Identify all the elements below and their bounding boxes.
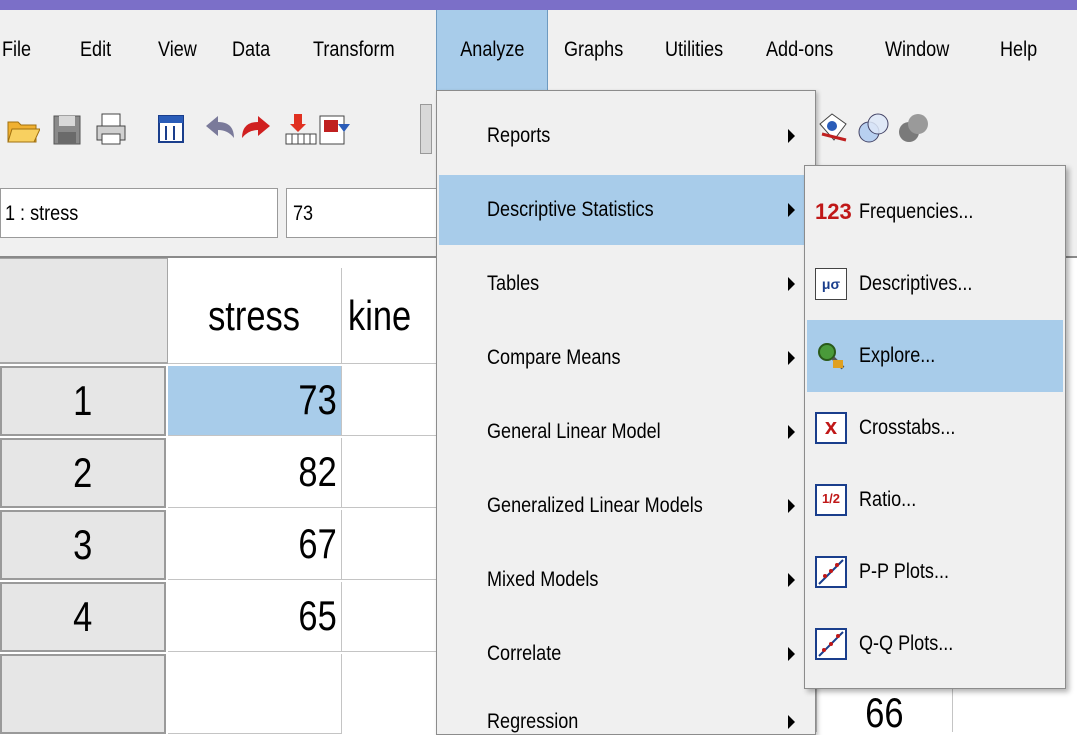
row-header-1[interactable]: 1: [0, 366, 166, 436]
submenu-item-explore[interactable]: Explore...: [807, 320, 1063, 392]
partial-cell-value: 66: [864, 693, 904, 733]
menu-help[interactable]: Help: [1000, 10, 1037, 90]
menu-item-generalized-linear-models[interactable]: Generalized Linear Models: [439, 471, 813, 541]
menu-file[interactable]: File: [2, 10, 31, 90]
submenu-item-label: Explore...: [859, 344, 936, 367]
menu-item-mixed-models[interactable]: Mixed Models: [439, 545, 813, 615]
submenu-arrow-icon: [788, 425, 795, 439]
menu-item-regression[interactable]: Regression: [439, 687, 813, 734]
submenu-arrow-icon: [788, 499, 795, 513]
submenu-item-crosstabs[interactable]: x Crosstabs...: [807, 392, 1063, 464]
row-number: 4: [73, 593, 93, 640]
menu-analyze[interactable]: Analyze: [436, 10, 548, 90]
window-title-stripe: [0, 0, 1077, 10]
qq-plots-icon: [815, 628, 847, 660]
row-number: 2: [73, 449, 93, 496]
submenu-item-qq-plots[interactable]: Q-Q Plots...: [807, 608, 1063, 680]
submenu-arrow-icon: [788, 715, 795, 729]
menu-item-compare-means[interactable]: Compare Means: [439, 323, 813, 393]
explore-icon: [818, 343, 845, 370]
data-cell-stress-2[interactable]: 82: [168, 438, 342, 508]
cell-value: 65: [298, 592, 337, 639]
submenu-arrow-icon: [788, 277, 795, 291]
submenu-arrow-icon: [788, 351, 795, 365]
submenu-item-label: Descriptives...: [859, 272, 973, 295]
data-cell-stress-5[interactable]: [168, 654, 342, 734]
column-header-stress-label: stress: [208, 292, 301, 339]
grid-corner: [0, 258, 168, 364]
menu-add-ons[interactable]: Add-ons: [766, 10, 833, 90]
cell-value: 73: [298, 376, 337, 423]
toolbar-partial-icon: [420, 104, 432, 154]
menu-transform[interactable]: Transform: [313, 10, 395, 90]
cell-value: 67: [298, 520, 337, 567]
submenu-item-descriptives[interactable]: μσ Descriptives...: [807, 248, 1063, 320]
dialog-recall-icon[interactable]: [154, 110, 188, 148]
submenu-item-ratio[interactable]: 1/2 Ratio...: [807, 464, 1063, 536]
data-cell-kine-4[interactable]: [342, 582, 442, 652]
menu-window[interactable]: Window: [885, 10, 949, 90]
submenu-arrow-icon: [788, 129, 795, 143]
use-variable-sets-icon[interactable]: [856, 110, 890, 148]
cell-reference-text: 1 : stress: [5, 202, 79, 225]
redo-icon[interactable]: [238, 110, 272, 148]
menu-item-reports[interactable]: Reports: [439, 101, 813, 171]
data-cell-kine-2[interactable]: [342, 438, 442, 508]
column-header-kine[interactable]: kine: [342, 268, 442, 364]
menu-bar: File Edit View Data Transform Analyze Gr…: [0, 10, 1077, 91]
frequencies-icon: 123: [815, 199, 852, 224]
print-icon[interactable]: [94, 110, 128, 148]
value-labels-icon[interactable]: [816, 110, 850, 148]
menu-item-tables[interactable]: Tables: [439, 249, 813, 319]
row-number: 1: [73, 377, 93, 424]
menu-utilities[interactable]: Utilities: [665, 10, 723, 90]
open-folder-icon[interactable]: [6, 110, 40, 148]
row-number: 3: [73, 521, 93, 568]
go-to-case-icon[interactable]: [284, 110, 318, 148]
submenu-item-label: Crosstabs...: [859, 416, 956, 439]
row-header-2[interactable]: 2: [0, 438, 166, 508]
descriptive-statistics-submenu: 123 Frequencies... μσ Descriptives... Ex…: [804, 165, 1066, 689]
menu-item-descriptive-statistics[interactable]: Descriptive Statistics: [439, 175, 813, 245]
undo-icon[interactable]: [204, 110, 238, 148]
submenu-item-label: P-P Plots...: [859, 560, 950, 583]
data-cell-stress-1[interactable]: 73: [168, 366, 342, 436]
row-header-5[interactable]: [0, 654, 166, 734]
submenu-arrow-icon: [788, 647, 795, 661]
menu-graphs[interactable]: Graphs: [564, 10, 623, 90]
submenu-arrow-icon: [788, 573, 795, 587]
submenu-item-label: Frequencies...: [859, 200, 974, 223]
ratio-icon: 1/2: [815, 484, 847, 516]
menu-view[interactable]: View: [158, 10, 197, 90]
descriptives-icon: μσ: [815, 268, 847, 300]
submenu-item-label: Q-Q Plots...: [859, 632, 954, 655]
cell-value-text: 73: [293, 202, 314, 225]
data-cell-stress-3[interactable]: 67: [168, 510, 342, 580]
data-cell-kine-1[interactable]: [342, 366, 442, 436]
column-header-kine-label: kine: [348, 292, 412, 339]
data-cell-kine-3[interactable]: [342, 510, 442, 580]
cell-value-field[interactable]: 73: [286, 188, 446, 238]
menu-data[interactable]: Data: [232, 10, 270, 90]
column-header-stress[interactable]: stress: [168, 268, 342, 364]
menu-edit[interactable]: Edit: [80, 10, 111, 90]
row-header-3[interactable]: 3: [0, 510, 166, 580]
analyze-menu: Reports Descriptive Statistics Tables Co…: [436, 90, 816, 735]
submenu-arrow-icon: [788, 203, 795, 217]
submenu-item-label: Ratio...: [859, 488, 917, 511]
submenu-item-pp-plots[interactable]: P-P Plots...: [807, 536, 1063, 608]
save-icon[interactable]: [50, 110, 84, 148]
cell-value: 82: [298, 448, 337, 495]
menu-item-correlate[interactable]: Correlate: [439, 619, 813, 689]
submenu-item-frequencies[interactable]: 123 Frequencies...: [807, 176, 1063, 248]
show-all-variables-icon[interactable]: [896, 110, 930, 148]
pp-plots-icon: [815, 556, 847, 588]
menu-analyze-label: Analyze: [459, 38, 525, 61]
data-cell-stress-4[interactable]: 65: [168, 582, 342, 652]
menu-item-general-linear-model[interactable]: General Linear Model: [439, 397, 813, 467]
crosstabs-icon: x: [815, 412, 847, 444]
cell-reference-field[interactable]: 1 : stress: [0, 188, 278, 238]
go-to-variable-icon[interactable]: [318, 110, 352, 148]
row-header-4[interactable]: 4: [0, 582, 166, 652]
